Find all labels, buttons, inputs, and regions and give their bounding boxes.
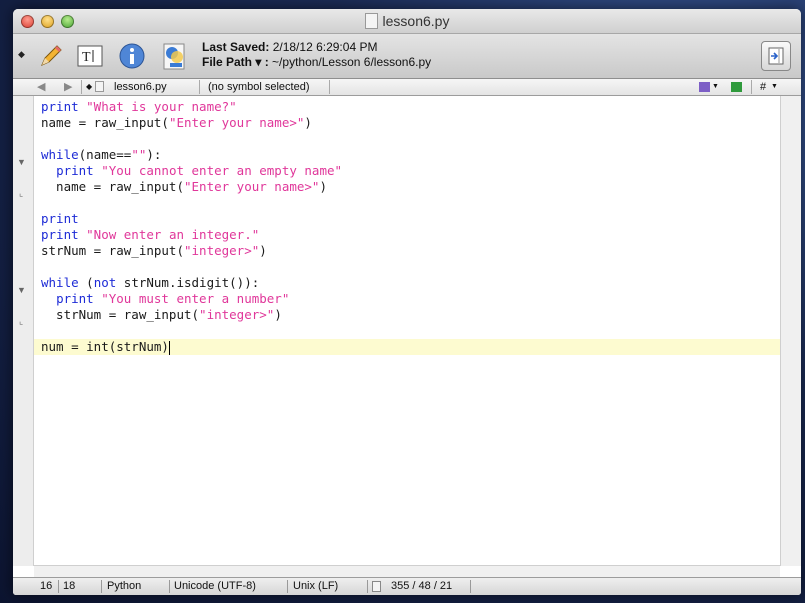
python-file-icon[interactable] <box>159 41 189 71</box>
code-text: ( <box>86 275 94 290</box>
text-options-icon[interactable]: T <box>76 41 106 71</box>
toggle-sidebar-button[interactable] <box>761 41 791 71</box>
code-line[interactable]: while(name==""): <box>41 147 161 163</box>
toolbar: ◆ T Last Saved: 2/18/12 6:29:04 PM File … <box>13 34 801 79</box>
file-path-value: ~/python/Lesson 6/lesson6.py <box>272 55 432 69</box>
title-bar[interactable]: lesson6.py <box>13 9 801 34</box>
code-string: "Enter your name>" <box>184 179 320 194</box>
code-keyword: print <box>56 291 102 306</box>
zoom-window-button[interactable] <box>61 15 74 28</box>
line-endings-popup[interactable]: Unix (LF) <box>293 578 338 595</box>
code-line[interactable]: print "You must enter a number" <box>41 291 289 307</box>
navigation-bar: ◀ ▶ ◆ lesson6.py (no symbol selected) ▼ … <box>13 79 801 96</box>
line-gutter[interactable]: ▼ ⌞ ▼ ⌞ <box>13 96 34 566</box>
code-line[interactable]: print "What is your name?" <box>41 99 237 115</box>
code-keyword: while <box>41 275 87 290</box>
code-string: "What is your name?" <box>86 99 237 114</box>
fold-triangle-icon[interactable]: ▼ <box>17 157 26 167</box>
document-counts: 355 / 48 / 21 <box>391 580 453 592</box>
file-menu-diamond-icon[interactable]: ◆ <box>86 79 92 95</box>
code-string: "Enter your name>" <box>168 115 305 130</box>
code-line[interactable]: print "Now enter an integer." <box>41 227 259 243</box>
code-text: num = int(strNum) <box>41 339 169 354</box>
code-text: ) <box>304 115 312 130</box>
cursor-line[interactable]: 16 <box>40 578 52 595</box>
code-line[interactable]: name = raw_input("Enter your name>") <box>41 115 312 131</box>
code-line[interactable]: strNum = raw_input("integer>") <box>41 307 282 323</box>
code-keyword: not <box>93 275 124 290</box>
file-path-label[interactable]: File Path ▾ : <box>202 55 269 69</box>
minimize-window-button[interactable] <box>41 15 54 28</box>
text-caret <box>168 340 170 355</box>
code-text: strNum = raw_input( <box>41 243 184 258</box>
back-arrow-icon[interactable]: ◀ <box>37 79 45 95</box>
last-saved-label: Last Saved: <box>202 40 270 54</box>
code-string: "" <box>131 147 147 162</box>
code-keyword: print <box>41 227 87 242</box>
forward-arrow-icon[interactable]: ▶ <box>64 79 72 95</box>
code-line[interactable]: num = int(strNum) <box>41 339 170 355</box>
counterpart-icon[interactable] <box>731 82 742 92</box>
last-saved-value: 2/18/12 6:29:04 PM <box>272 40 378 54</box>
code-keyword: print <box>41 99 87 114</box>
code-text: name = raw_input( <box>41 115 169 130</box>
code-line[interactable]: print <box>41 211 79 227</box>
language-popup[interactable]: Python <box>107 578 141 595</box>
fold-triangle-icon[interactable]: ▼ <box>17 285 26 295</box>
code-text: ) <box>274 307 282 322</box>
encoding-popup[interactable]: Unicode (UTF-8) <box>174 578 256 595</box>
code-editor[interactable]: print "What is your name?" name = raw_inp… <box>34 96 780 566</box>
close-window-button[interactable] <box>21 15 34 28</box>
fold-end-icon[interactable]: ⌞ <box>19 316 23 327</box>
sidebar-toggle-icon <box>768 47 784 65</box>
editor-window: lesson6.py ◆ T Last Saved: 2/18/12 6:29:… <box>13 9 801 595</box>
current-file-popup[interactable]: lesson6.py <box>114 79 167 95</box>
code-keyword: print <box>56 163 102 178</box>
toolbar-menu-diamond-icon[interactable]: ◆ <box>18 49 25 60</box>
file-doc-icon <box>95 81 104 92</box>
code-string: "integer>" <box>199 307 275 322</box>
bookmark-icon[interactable] <box>699 82 710 92</box>
svg-text:T: T <box>82 50 91 65</box>
code-text: ) <box>259 243 267 258</box>
function-menu-hash[interactable]: # <box>760 79 766 95</box>
code-line[interactable]: print "You cannot enter an empty name" <box>41 163 342 179</box>
status-bar: 16 18 Python Unicode (UTF-8) Unix (LF) 3… <box>13 577 801 595</box>
chevron-down-icon[interactable]: ▼ <box>712 79 719 95</box>
fold-end-icon[interactable]: ⌞ <box>19 188 23 199</box>
code-keyword: print <box>41 211 79 226</box>
code-string: "You cannot enter an empty name" <box>101 163 343 178</box>
code-string: "Now enter an integer." <box>86 227 260 242</box>
code-text: strNum.isdigit()): <box>123 275 260 290</box>
window-title: lesson6.py <box>382 13 450 29</box>
cursor-column[interactable]: 18 <box>63 578 75 595</box>
code-line[interactable]: while (not strNum.isdigit()): <box>41 275 259 291</box>
code-text: strNum = raw_input( <box>41 307 200 322</box>
code-text: (name== <box>78 147 132 162</box>
symbol-popup[interactable]: (no symbol selected) <box>208 79 310 95</box>
file-info: Last Saved: 2/18/12 6:29:04 PM File Path… <box>202 40 431 70</box>
code-text: ): <box>146 147 162 162</box>
chevron-down-icon[interactable]: ▼ <box>771 79 778 95</box>
pencil-icon[interactable] <box>36 41 66 71</box>
code-keyword: while <box>41 147 79 162</box>
info-icon[interactable] <box>117 41 147 71</box>
code-string: "integer>" <box>184 243 260 258</box>
code-text: name = raw_input( <box>41 179 184 194</box>
code-string: "You must enter a number" <box>101 291 290 306</box>
vertical-scrollbar[interactable] <box>780 96 801 566</box>
code-text: ) <box>319 179 327 194</box>
document-icon <box>364 13 378 29</box>
document-stats-icon[interactable] <box>372 581 381 592</box>
code-line[interactable]: name = raw_input("Enter your name>") <box>41 179 327 195</box>
code-line[interactable]: strNum = raw_input("integer>") <box>41 243 267 259</box>
